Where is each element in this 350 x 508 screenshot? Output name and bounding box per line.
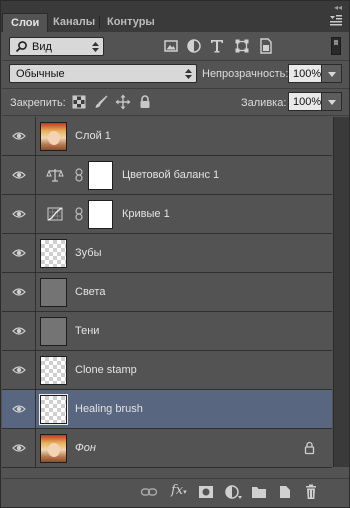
bottom-toolbar: fx▾ — [2, 478, 349, 506]
layer-name[interactable]: Слой 1 — [75, 130, 111, 142]
eye-icon — [12, 444, 26, 452]
opacity-input[interactable]: 100% — [288, 64, 322, 83]
layers-panel: ◂◂ Слои Каналы Контуры Вид Обычные Непро… — [0, 0, 350, 508]
tab-paths[interactable]: Контуры — [99, 13, 163, 32]
lock-transparent-pixels-icon[interactable] — [71, 94, 87, 110]
opacity-label: Непрозрачность: — [202, 68, 289, 80]
updown-arrows-icon — [92, 42, 99, 52]
shape-filter-icon[interactable] — [233, 37, 251, 55]
delete-layer-icon[interactable] — [302, 484, 320, 500]
layer-name[interactable]: Зубы — [75, 247, 101, 259]
layer-name[interactable]: Света — [75, 286, 105, 298]
eye-icon — [12, 249, 26, 257]
eye-icon — [12, 327, 26, 335]
blend-mode-value: Обычные — [16, 68, 65, 80]
eye-icon — [12, 288, 26, 296]
link-layers-icon[interactable] — [140, 484, 158, 500]
visibility-toggle[interactable] — [2, 390, 36, 428]
eye-icon — [12, 366, 26, 374]
visibility-toggle[interactable] — [2, 156, 36, 194]
layer-row[interactable]: Тени — [2, 312, 332, 351]
eye-icon — [12, 132, 26, 140]
tab-channels[interactable]: Каналы — [45, 13, 103, 32]
new-adjustment-icon[interactable] — [224, 484, 242, 500]
lock-image-pixels-icon[interactable] — [93, 94, 109, 110]
layer-name[interactable]: Healing brush — [75, 403, 143, 415]
layer-row[interactable]: Света — [2, 273, 332, 312]
smart-object-filter-icon[interactable] — [257, 37, 275, 55]
image-filter-icon[interactable] — [162, 37, 180, 55]
layer-name[interactable]: Цветовой баланс 1 — [122, 169, 219, 181]
layer-thumbnail[interactable] — [39, 394, 68, 425]
layers-scrollbar[interactable] — [333, 117, 349, 467]
filter-toggle-switch[interactable] — [331, 37, 341, 55]
color-balance-icon[interactable] — [46, 167, 64, 183]
fill-input[interactable]: 100% — [288, 92, 322, 111]
layer-row[interactable]: Слой 1 — [2, 117, 332, 156]
blend-mode-select[interactable]: Обычные — [9, 64, 197, 83]
layers-list: Слой 1 Цветовой баланс 1 Кривые 1 Зубы С… — [2, 117, 332, 468]
visibility-toggle[interactable] — [2, 234, 36, 272]
layer-thumbnail[interactable] — [40, 356, 67, 385]
collapse-panel-icon[interactable]: ◂◂ — [334, 3, 342, 12]
tab-layers[interactable]: Слои — [2, 13, 49, 32]
eye-icon — [12, 171, 26, 179]
new-layer-icon[interactable] — [276, 484, 294, 500]
layer-row[interactable]: Clone stamp — [2, 351, 332, 390]
visibility-toggle[interactable] — [2, 312, 36, 350]
layer-thumbnail[interactable] — [40, 278, 67, 307]
adjustment-filter-icon[interactable] — [185, 37, 203, 55]
layer-mask-thumbnail[interactable] — [88, 200, 113, 229]
layer-row[interactable]: Кривые 1 — [2, 195, 332, 234]
panel-menu-icon[interactable] — [329, 13, 343, 27]
tab-bar: ◂◂ Слои Каналы Контуры — [1, 1, 349, 32]
layer-row[interactable]: Фон — [2, 429, 332, 468]
layer-row-selected[interactable]: Healing brush — [2, 390, 332, 429]
opacity-dropdown-button[interactable] — [322, 64, 342, 83]
add-mask-icon[interactable] — [197, 484, 215, 500]
layer-name[interactable]: Фон — [75, 442, 96, 454]
visibility-toggle[interactable] — [2, 273, 36, 311]
link-chain-icon[interactable] — [75, 207, 83, 221]
lock-label: Закрепить: — [10, 97, 66, 109]
updown-arrows-icon — [185, 69, 192, 79]
layer-thumbnail[interactable] — [40, 122, 67, 151]
divider — [2, 115, 349, 116]
visibility-toggle[interactable] — [2, 429, 36, 467]
divider — [2, 88, 349, 89]
layer-name[interactable]: Clone stamp — [75, 364, 137, 376]
layer-row[interactable]: Зубы — [2, 234, 332, 273]
layer-thumbnail[interactable] — [40, 239, 67, 268]
layer-style-icon[interactable]: fx▾ — [171, 483, 191, 501]
divider — [2, 60, 349, 61]
lock-all-icon[interactable] — [137, 94, 153, 110]
layer-thumbnail[interactable] — [40, 434, 67, 463]
lock-position-icon[interactable] — [115, 94, 131, 110]
link-chain-icon[interactable] — [75, 168, 83, 182]
layer-row[interactable]: Цветовой баланс 1 — [2, 156, 332, 195]
curves-icon[interactable] — [46, 206, 64, 222]
layer-lock-icon[interactable] — [304, 441, 315, 455]
filter-kind-select[interactable]: Вид — [9, 37, 104, 56]
eye-icon — [12, 405, 26, 413]
visibility-toggle[interactable] — [2, 351, 36, 389]
layer-name[interactable]: Тени — [75, 325, 99, 337]
visibility-toggle[interactable] — [2, 117, 36, 155]
fx-label: fx — [171, 483, 184, 498]
fill-dropdown-button[interactable] — [322, 92, 342, 111]
fill-label: Заливка: — [241, 97, 287, 109]
visibility-toggle[interactable] — [2, 195, 36, 233]
search-icon — [15, 41, 27, 53]
layer-thumbnail[interactable] — [40, 317, 67, 346]
filter-kind-label: Вид — [32, 41, 52, 53]
eye-icon — [12, 210, 26, 218]
layer-name[interactable]: Кривые 1 — [122, 208, 170, 220]
layer-mask-thumbnail[interactable] — [88, 161, 113, 190]
new-group-icon[interactable] — [250, 484, 268, 500]
type-filter-icon[interactable] — [208, 37, 226, 55]
